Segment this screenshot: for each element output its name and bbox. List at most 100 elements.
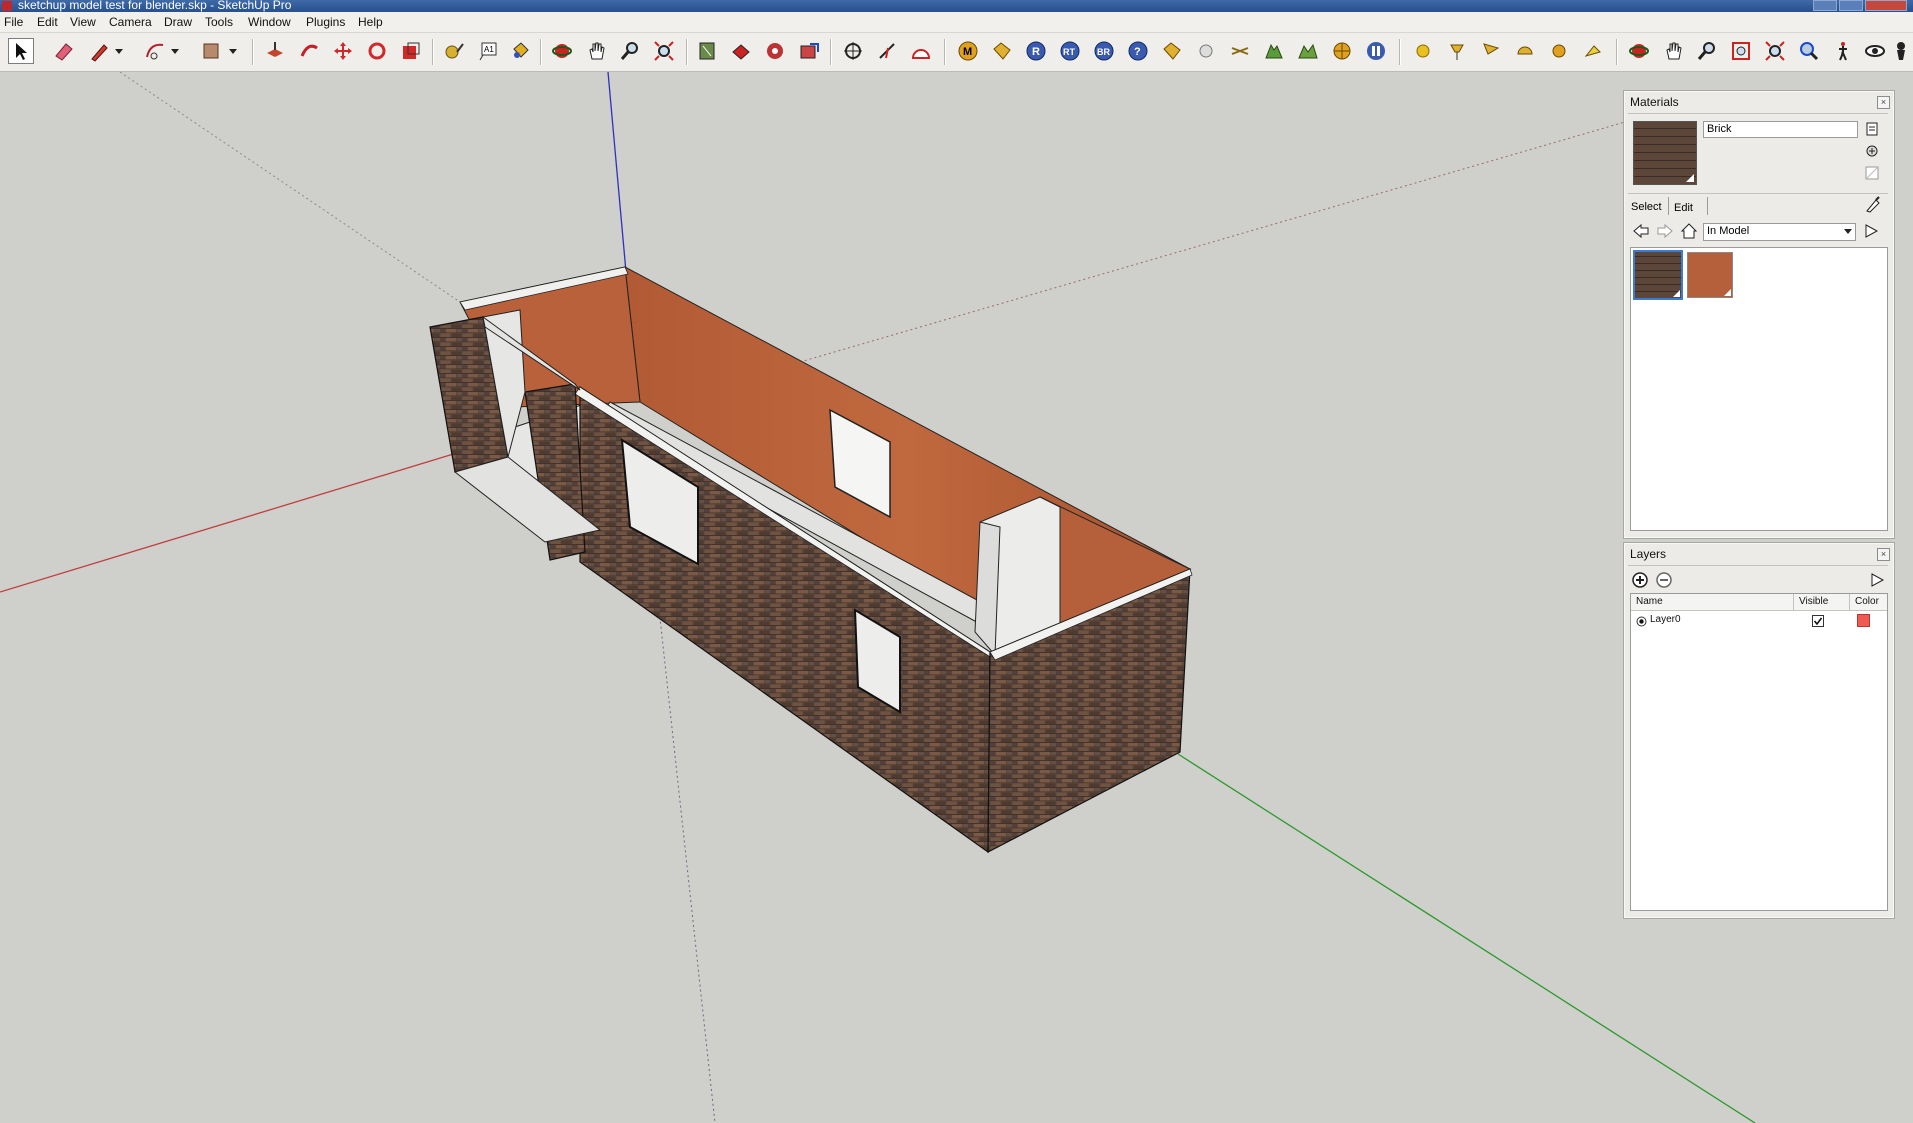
- red-axis-negative: [119, 72, 461, 303]
- menu-file[interactable]: File: [4, 15, 23, 29]
- library-dropdown[interactable]: In Model: [1703, 223, 1856, 241]
- light-icon[interactable]: [1546, 38, 1572, 64]
- chevron-down-icon[interactable]: [112, 38, 126, 64]
- push-pull-tool-icon[interactable]: [262, 38, 288, 64]
- sample-paint-icon[interactable]: [1864, 195, 1882, 213]
- chevron-down-icon[interactable]: [168, 38, 182, 64]
- follow-me-tool-icon[interactable]: [296, 38, 322, 64]
- protractor-tool-icon[interactable]: [908, 38, 934, 64]
- rectangle-tool-icon[interactable]: [198, 38, 224, 64]
- menu-edit[interactable]: Edit: [37, 15, 58, 29]
- material-name-field[interactable]: Brick: [1703, 121, 1858, 138]
- display-secondary-pane-icon[interactable]: [1864, 121, 1880, 137]
- plugin-br-icon[interactable]: BR: [1091, 38, 1117, 64]
- pan-tool-icon[interactable]: [583, 38, 609, 64]
- zoom-tool-icon[interactable]: [617, 38, 643, 64]
- arc-tool-icon[interactable]: [142, 38, 168, 64]
- zoom-window-icon[interactable]: [1728, 38, 1754, 64]
- svg-text:?: ?: [1134, 46, 1141, 58]
- active-layer-radio-icon[interactable]: [1636, 616, 1647, 627]
- plugin-m-icon[interactable]: M: [955, 38, 981, 64]
- help-icon[interactable]: ?: [1125, 38, 1151, 64]
- export-tool-icon[interactable]: [796, 38, 822, 64]
- details-arrow-icon[interactable]: [1862, 222, 1880, 240]
- materials-list: [1630, 247, 1888, 531]
- close-icon[interactable]: ×: [1877, 96, 1890, 109]
- target-icon[interactable]: [1329, 38, 1355, 64]
- table-row[interactable]: Layer0: [1631, 613, 1887, 629]
- blue-axis-negative: [654, 571, 716, 1123]
- tab-select[interactable]: Select: [1631, 201, 1662, 213]
- layer-color-swatch[interactable]: [1857, 614, 1870, 627]
- styles-tool-icon[interactable]: [762, 38, 788, 64]
- pan-icon[interactable]: [1660, 38, 1686, 64]
- create-material-icon[interactable]: [1864, 143, 1880, 159]
- zoom-extents-tool-icon[interactable]: [651, 38, 677, 64]
- blue-axis: [607, 72, 627, 273]
- pencil-tool-icon[interactable]: [86, 38, 112, 64]
- flag-icon[interactable]: [1478, 38, 1504, 64]
- layers-details-arrow-icon[interactable]: [1868, 571, 1886, 589]
- label-icon[interactable]: [1159, 38, 1185, 64]
- maximize-button[interactable]: [1839, 0, 1863, 11]
- back-arrow-icon[interactable]: [1632, 222, 1650, 240]
- orbit-tool-icon[interactable]: [549, 38, 575, 64]
- sun-icon[interactable]: [1410, 38, 1436, 64]
- pause-icon[interactable]: [1363, 38, 1389, 64]
- home-icon[interactable]: [1680, 222, 1698, 240]
- tape-measure-tool-icon[interactable]: [441, 38, 467, 64]
- lamp-icon[interactable]: [1444, 38, 1470, 64]
- menu-help[interactable]: Help: [358, 15, 383, 29]
- position-camera-icon[interactable]: [1892, 38, 1910, 64]
- visible-checkbox[interactable]: [1812, 615, 1824, 627]
- chevron-down-icon[interactable]: [226, 38, 240, 64]
- components-tool-icon[interactable]: [694, 38, 720, 64]
- look-around-icon[interactable]: [1862, 38, 1888, 64]
- close-window-button[interactable]: [1865, 0, 1907, 11]
- zoom-extents-icon[interactable]: [1762, 38, 1788, 64]
- menu-camera[interactable]: Camera: [109, 15, 152, 29]
- arrows-icon[interactable]: [1227, 38, 1253, 64]
- minimize-button[interactable]: [1813, 0, 1837, 11]
- tab-edit[interactable]: Edit: [1674, 202, 1693, 214]
- plugin-rt-icon[interactable]: RT: [1057, 38, 1083, 64]
- plugin-r-icon[interactable]: R: [1023, 38, 1049, 64]
- brick-swatch[interactable]: [1633, 250, 1683, 300]
- building-model[interactable]: [429, 266, 1193, 854]
- menu-window[interactable]: Window: [248, 15, 291, 29]
- materials-tool-icon[interactable]: [728, 38, 754, 64]
- wood-swatch[interactable]: [1687, 252, 1733, 298]
- walk-icon[interactable]: [1830, 38, 1856, 64]
- chevron-down-icon: [1844, 229, 1852, 234]
- zoom-icon[interactable]: [1694, 38, 1720, 64]
- forward-arrow-icon[interactable]: [1656, 222, 1674, 240]
- axes-tool-icon[interactable]: [874, 38, 900, 64]
- default-material-icon[interactable]: [1864, 165, 1880, 181]
- menu-tools[interactable]: Tools: [205, 15, 233, 29]
- delete-layer-icon[interactable]: [1655, 571, 1673, 589]
- eraser-tool-icon[interactable]: [50, 38, 76, 64]
- text-tool-icon[interactable]: A1: [475, 38, 501, 64]
- materials-panel-title: Materials: [1630, 95, 1679, 109]
- move-tool-icon[interactable]: [330, 38, 356, 64]
- dome-icon[interactable]: [1512, 38, 1538, 64]
- previous-view-icon[interactable]: [1796, 38, 1822, 64]
- paint-bucket-tool-icon[interactable]: [507, 38, 533, 64]
- scale-tool-icon[interactable]: [398, 38, 424, 64]
- sketchup-app-icon: [2, 1, 12, 11]
- sphere-icon[interactable]: [1193, 38, 1219, 64]
- menu-plugins[interactable]: Plugins: [306, 15, 345, 29]
- layers-table: Name Visible Color Layer0: [1630, 593, 1888, 911]
- rotate-tool-icon[interactable]: [364, 38, 390, 64]
- close-icon[interactable]: ×: [1877, 548, 1890, 561]
- spot-icon[interactable]: [1580, 38, 1606, 64]
- add-layer-icon[interactable]: [1631, 571, 1649, 589]
- menu-view[interactable]: View: [70, 15, 96, 29]
- trees-icon[interactable]: [1295, 38, 1321, 64]
- tag-icon[interactable]: [989, 38, 1015, 64]
- select-tool-icon[interactable]: [8, 38, 34, 64]
- section-plane-tool-icon[interactable]: [840, 38, 866, 64]
- orbit-icon[interactable]: [1626, 38, 1652, 64]
- tree-icon[interactable]: [1261, 38, 1287, 64]
- menu-draw[interactable]: Draw: [164, 15, 192, 29]
